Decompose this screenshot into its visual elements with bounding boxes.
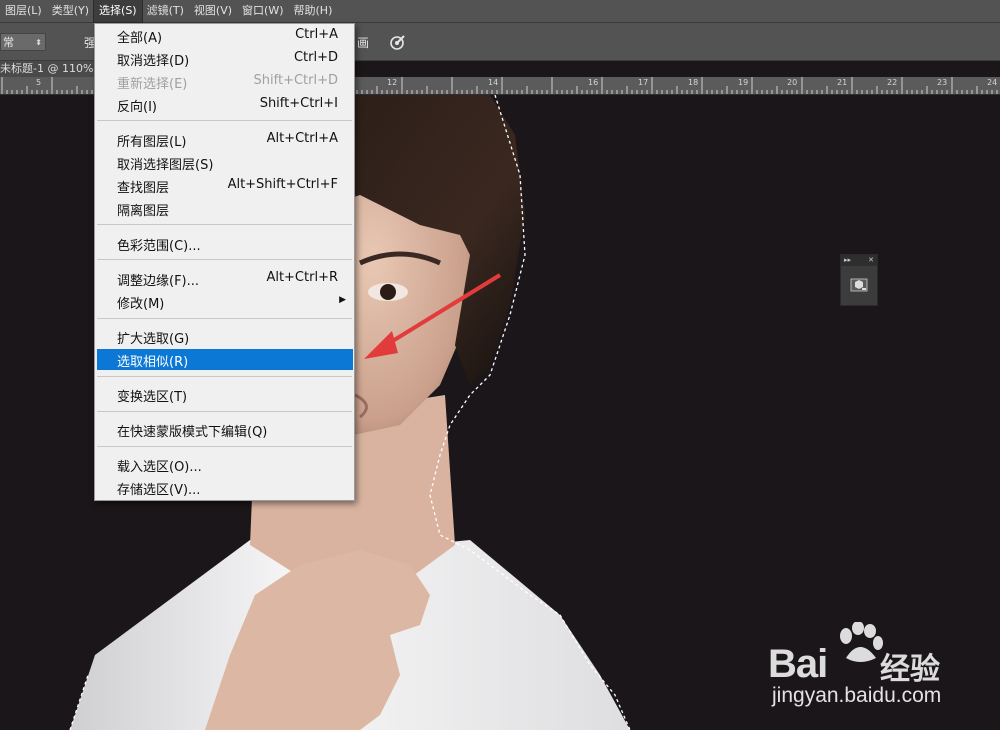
chevron-updown-icon: ⬍	[35, 38, 42, 47]
panel-header: ▸▸ ✕	[841, 255, 877, 266]
watermark-jingyan: 经验	[880, 652, 940, 687]
menu-item-all-layers[interactable]: 所有图层(L) Alt+Ctrl+A	[95, 129, 354, 150]
menu-item-quick-mask[interactable]: 在快速蒙版模式下编辑(Q)	[95, 419, 354, 440]
menu-filter[interactable]: 滤镜(T)	[142, 0, 189, 22]
submenu-arrow-icon: ▶	[339, 295, 346, 305]
menu-window[interactable]: 窗口(W)	[237, 0, 288, 22]
menu-item-modify[interactable]: 修改(M) ▶	[95, 291, 354, 312]
ruler-label: 23	[937, 78, 948, 87]
ruler-label: 21	[837, 78, 848, 87]
ruler-label: 12	[387, 78, 398, 87]
ruler-label: 20	[787, 78, 798, 87]
ruler-label: 24	[987, 78, 998, 87]
close-icon[interactable]: ✕	[868, 255, 874, 266]
menu-separator	[97, 318, 352, 319]
brush-pressure-icon[interactable]	[388, 32, 408, 52]
menu-type[interactable]: 类型(Y)	[47, 0, 94, 22]
menu-bar: 图层(L) 类型(Y) 选择(S) 滤镜(T) 视图(V) 窗口(W) 帮助(H…	[0, 0, 1000, 23]
menu-item-isolate-layers[interactable]: 隔离图层	[95, 198, 354, 219]
baidu-jingyan-watermark: Bai 经验 jingyan.baidu.com	[768, 622, 958, 712]
menu-separator	[97, 259, 352, 260]
menu-separator	[97, 411, 352, 412]
ruler-label: 19	[738, 78, 749, 87]
blend-mode-value: 常	[3, 36, 14, 49]
ruler-label: 16	[588, 78, 599, 87]
menu-separator	[97, 120, 352, 121]
menu-view[interactable]: 视图(V)	[189, 0, 237, 22]
select-menu-dropdown: 全部(A) Ctrl+A 取消选择(D) Ctrl+D 重新选择(E) Shift+C…	[94, 23, 355, 501]
menu-item-deselect[interactable]: 取消选择(D) Ctrl+D	[95, 48, 354, 69]
menu-item-grow[interactable]: 扩大选取(G)	[95, 326, 354, 347]
menu-help[interactable]: 帮助(H)	[289, 0, 338, 22]
menu-item-reselect[interactable]: 重新选择(E) Shift+Ctrl+D	[95, 71, 354, 92]
expand-icon[interactable]: ▸▸	[844, 255, 851, 266]
menu-item-select-all[interactable]: 全部(A) Ctrl+A	[95, 25, 354, 46]
document-title: 未标题-1 @ 110%	[0, 62, 94, 75]
menu-item-refine-edge[interactable]: 调整边缘(F)... Alt+Ctrl+R	[95, 268, 354, 289]
menu-select[interactable]: 选择(S)	[93, 0, 143, 23]
ruler-label: 18	[688, 78, 699, 87]
menu-item-find-layers[interactable]: 查找图层 Alt+Shift+Ctrl+F	[95, 175, 354, 196]
menu-layer[interactable]: 图层(L)	[0, 0, 47, 22]
menu-item-inverse[interactable]: 反向(I) Shift+Ctrl+I	[95, 94, 354, 115]
menu-item-save-selection[interactable]: 存储选区(V)...	[95, 477, 354, 498]
menu-item-deselect-layers[interactable]: 取消选择图层(S)	[95, 152, 354, 173]
menu-item-similar[interactable]: 选取相似(R)	[97, 349, 353, 370]
floating-panel: ▸▸ ✕	[840, 254, 878, 306]
watermark-url: jingyan.baidu.com	[772, 684, 942, 707]
baidu-paw-icon	[840, 622, 883, 662]
ruler-label: 17	[638, 78, 649, 87]
3d-cube-icon[interactable]	[850, 277, 868, 293]
blend-mode-select[interactable]: 常 ⬍	[0, 33, 46, 51]
menu-separator	[97, 224, 352, 225]
menu-item-load-selection[interactable]: 载入选区(O)...	[95, 454, 354, 475]
ruler-label: 22	[887, 78, 898, 87]
menu-item-transform-selection[interactable]: 变换选区(T)	[95, 384, 354, 405]
watermark-brand: Bai	[768, 642, 828, 686]
menu-item-color-range[interactable]: 色彩范围(C)...	[95, 233, 354, 254]
sample-label: 画	[357, 36, 370, 50]
menu-separator	[97, 376, 352, 377]
ruler-label: 14	[488, 78, 499, 87]
ruler-label: 5	[36, 78, 42, 87]
menu-separator	[97, 446, 352, 447]
